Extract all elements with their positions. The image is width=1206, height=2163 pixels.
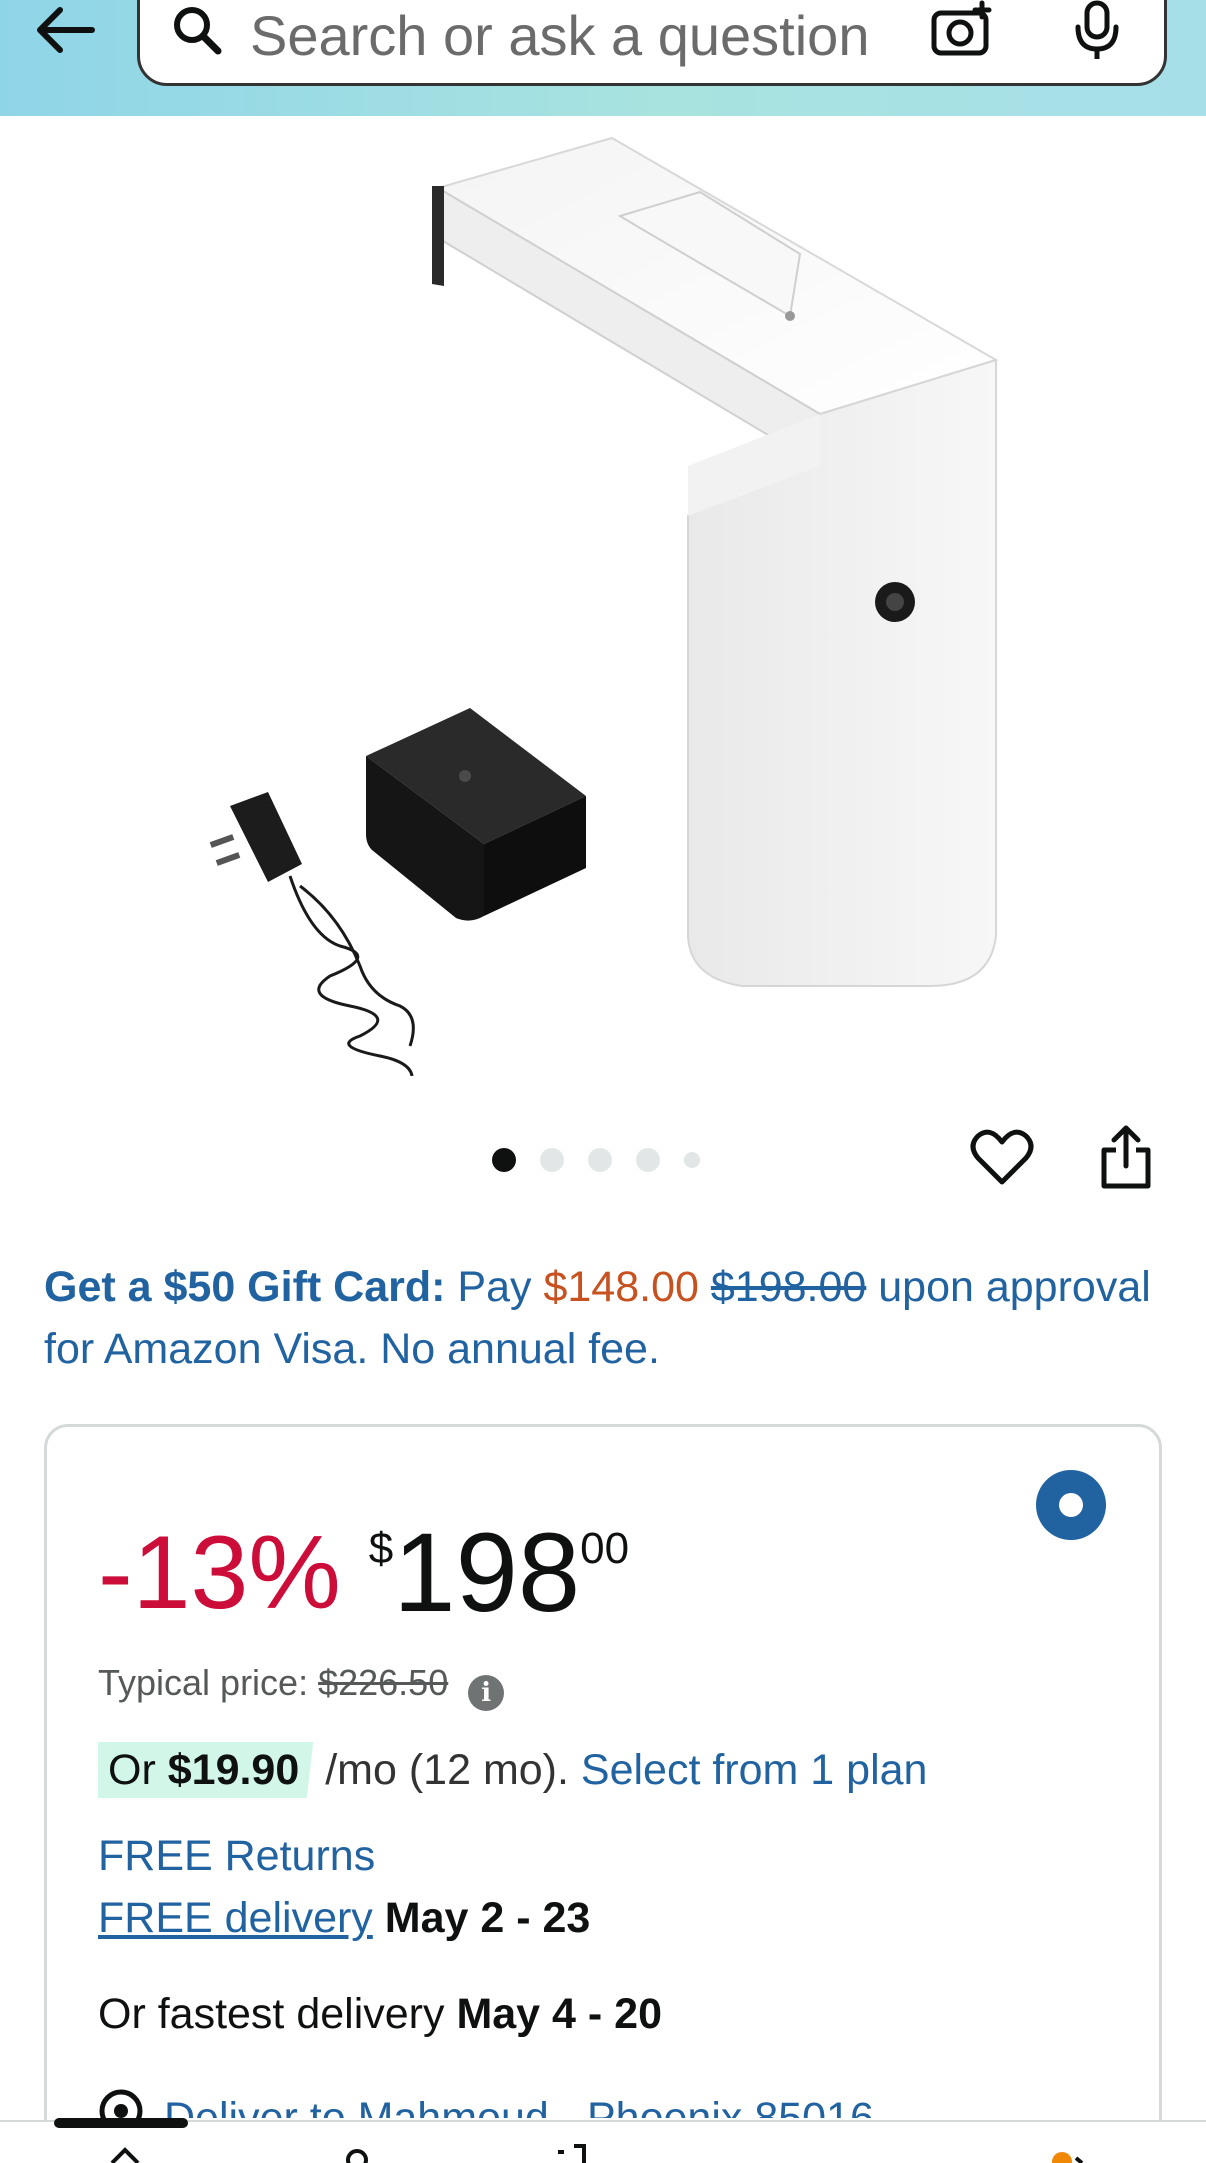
- search-input[interactable]: [250, 3, 950, 67]
- home-icon[interactable]: [110, 2144, 140, 2163]
- share-icon[interactable]: [1098, 1124, 1154, 1190]
- typical-price-value: $226.50: [318, 1662, 449, 1703]
- price-row: -13% $19800: [98, 1515, 630, 1631]
- currency-symbol: $: [368, 1524, 394, 1573]
- back-arrow-icon: [37, 7, 95, 53]
- carousel-dot[interactable]: [492, 1148, 516, 1172]
- select-plan-link[interactable]: Select from 1 plan: [581, 1746, 928, 1794]
- fastest-delivery-row: Or fastest delivery May 4 - 20: [98, 1986, 662, 2042]
- carousel-dot[interactable]: [588, 1148, 612, 1172]
- promo-pay-text: Pay: [457, 1263, 532, 1311]
- image-carousel-dots[interactable]: [492, 1148, 724, 1172]
- monthly-term: /mo (12 mo).: [325, 1746, 569, 1794]
- heart-icon[interactable]: [970, 1128, 1034, 1188]
- typical-price-label: Typical price:: [98, 1662, 309, 1703]
- search-header: [0, 0, 1206, 116]
- product-image[interactable]: [0, 116, 1206, 1076]
- account-icon[interactable]: [342, 2144, 372, 2163]
- price-whole: 198: [393, 1510, 581, 1635]
- info-icon[interactable]: i: [468, 1675, 505, 1711]
- free-returns-link[interactable]: FREE Returns: [98, 1828, 375, 1884]
- carousel-dot[interactable]: [684, 1152, 700, 1168]
- location-pin-icon: [99, 2089, 143, 2118]
- monthly-amount: $19.90: [167, 1746, 300, 1794]
- cart-icon[interactable]: [556, 2144, 596, 2163]
- fastest-delivery-label: Or fastest delivery: [98, 1990, 445, 2038]
- selected-radio-button[interactable]: [1036, 1470, 1106, 1540]
- carousel-dot[interactable]: [636, 1148, 660, 1172]
- fastest-delivery-dates: May 4 - 20: [456, 1990, 663, 2038]
- monthly-payment-badge: Or $19.90: [98, 1742, 314, 1798]
- carousel-dot[interactable]: [540, 1148, 564, 1172]
- promo-original-price: $198.00: [710, 1263, 867, 1311]
- camera-icon[interactable]: [930, 0, 996, 59]
- gift-card-promo[interactable]: Get a $50 Gift Card: Pay $148.00 $198.00…: [44, 1256, 1164, 1380]
- search-icon: [174, 7, 222, 55]
- menu-icon[interactable]: [1046, 2144, 1086, 2163]
- free-delivery-row: FREE delivery May 2 - 23: [98, 1890, 590, 1946]
- search-bar[interactable]: [137, 0, 1167, 86]
- promo-sale-price: $148.00: [543, 1263, 699, 1311]
- deliver-to-link[interactable]: Deliver to Mahmoud - Phoenix 85016: [98, 2088, 874, 2118]
- microphone-icon[interactable]: [1070, 0, 1124, 63]
- nav-active-indicator: [54, 2118, 188, 2128]
- free-delivery-link[interactable]: FREE delivery: [98, 1894, 373, 1942]
- discount-percent: -13%: [98, 1515, 341, 1631]
- back-button[interactable]: [30, 0, 102, 60]
- deliver-to-text: Deliver to Mahmoud - Phoenix 85016: [164, 2094, 874, 2118]
- price-fraction: 00: [580, 1524, 630, 1573]
- monthly-payment-row: Or $19.90 /mo (12 mo). Select from 1 pla…: [98, 1742, 927, 1798]
- typical-price-row: Typical price: $226.50 i: [98, 1660, 505, 1711]
- promo-bold-label: Get a $50 Gift Card:: [44, 1263, 446, 1311]
- monthly-prefix: Or: [108, 1746, 156, 1794]
- free-delivery-dates: May 2 - 23: [384, 1894, 591, 1942]
